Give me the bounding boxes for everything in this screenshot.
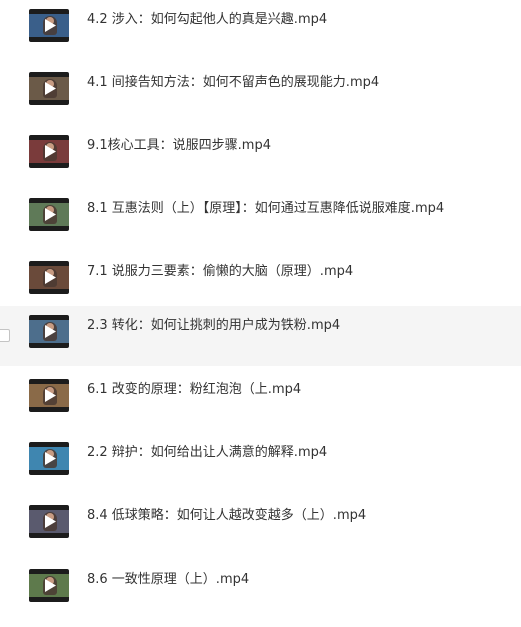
- file-row[interactable]: 8.4 低球策略：如何让人越改变越多（上）.mp4: [0, 496, 521, 556]
- file-row[interactable]: 4.1 间接告知方法：如何不留声色的展现能力.mp4: [0, 63, 521, 123]
- play-icon: [45, 452, 56, 465]
- file-name: 6.1 改变的原理：粉红泡泡（上.mp4: [87, 382, 302, 397]
- file-row[interactable]: 7.1 说服力三要素：偷懒的大脑（原理）.mp4: [0, 252, 521, 312]
- file-name: 4.2 涉入：如何勾起他人的真是兴趣.mp4: [87, 12, 328, 27]
- file-row[interactable]: 8.1 互惠法则（上）【原理】：如何通过互惠降低说服难度.mp4: [0, 189, 521, 249]
- file-row[interactable]: 9.1核心工具：说服四步骤.mp4: [0, 126, 521, 186]
- file-row[interactable]: 2.2 辩护：如何给出让人满意的解释.mp4: [0, 433, 521, 493]
- video-thumbnail: [29, 135, 69, 168]
- play-icon: [45, 145, 56, 158]
- file-name: 9.1核心工具：说服四步骤.mp4: [87, 138, 271, 153]
- play-icon: [45, 208, 56, 221]
- video-thumbnail: [29, 9, 69, 42]
- file-row[interactable]: 8.6 一致性原理（上）.mp4: [0, 560, 521, 620]
- file-name: 2.3 转化：如何让挑刺的用户成为铁粉.mp4: [87, 318, 341, 333]
- video-thumbnail: [29, 72, 69, 105]
- video-thumbnail: [29, 261, 69, 294]
- play-icon: [45, 515, 56, 528]
- file-name: 8.1 互惠法则（上）【原理】：如何通过互惠降低说服难度.mp4: [87, 201, 445, 216]
- play-icon: [45, 579, 56, 592]
- video-thumbnail: [29, 442, 69, 475]
- video-thumbnail: [29, 379, 69, 412]
- video-thumbnail: [29, 505, 69, 538]
- play-icon: [45, 271, 56, 284]
- file-name: 2.2 辩护：如何给出让人满意的解释.mp4: [87, 445, 328, 460]
- file-list: 4.2 涉入：如何勾起他人的真是兴趣.mp4 4.1 间接告知方法：如何不留声色…: [0, 0, 521, 627]
- file-name: 4.1 间接告知方法：如何不留声色的展现能力.mp4: [87, 75, 380, 90]
- play-icon: [45, 389, 56, 402]
- file-name: 7.1 说服力三要素：偷懒的大脑（原理）.mp4: [87, 264, 354, 279]
- play-icon: [45, 19, 56, 32]
- file-name: 8.6 一致性原理（上）.mp4: [87, 572, 250, 587]
- file-row[interactable]: 4.2 涉入：如何勾起他人的真是兴趣.mp4: [0, 0, 521, 60]
- video-thumbnail: [29, 198, 69, 231]
- video-thumbnail: [29, 569, 69, 602]
- file-row[interactable]: 2.3 转化：如何让挑刺的用户成为铁粉.mp4: [0, 306, 521, 366]
- video-thumbnail: [29, 315, 69, 348]
- file-name: 8.4 低球策略：如何让人越改变越多（上）.mp4: [87, 508, 367, 523]
- row-checkbox[interactable]: [0, 329, 10, 342]
- play-icon: [45, 325, 56, 338]
- play-icon: [45, 82, 56, 95]
- file-row[interactable]: 6.1 改变的原理：粉红泡泡（上.mp4: [0, 370, 521, 430]
